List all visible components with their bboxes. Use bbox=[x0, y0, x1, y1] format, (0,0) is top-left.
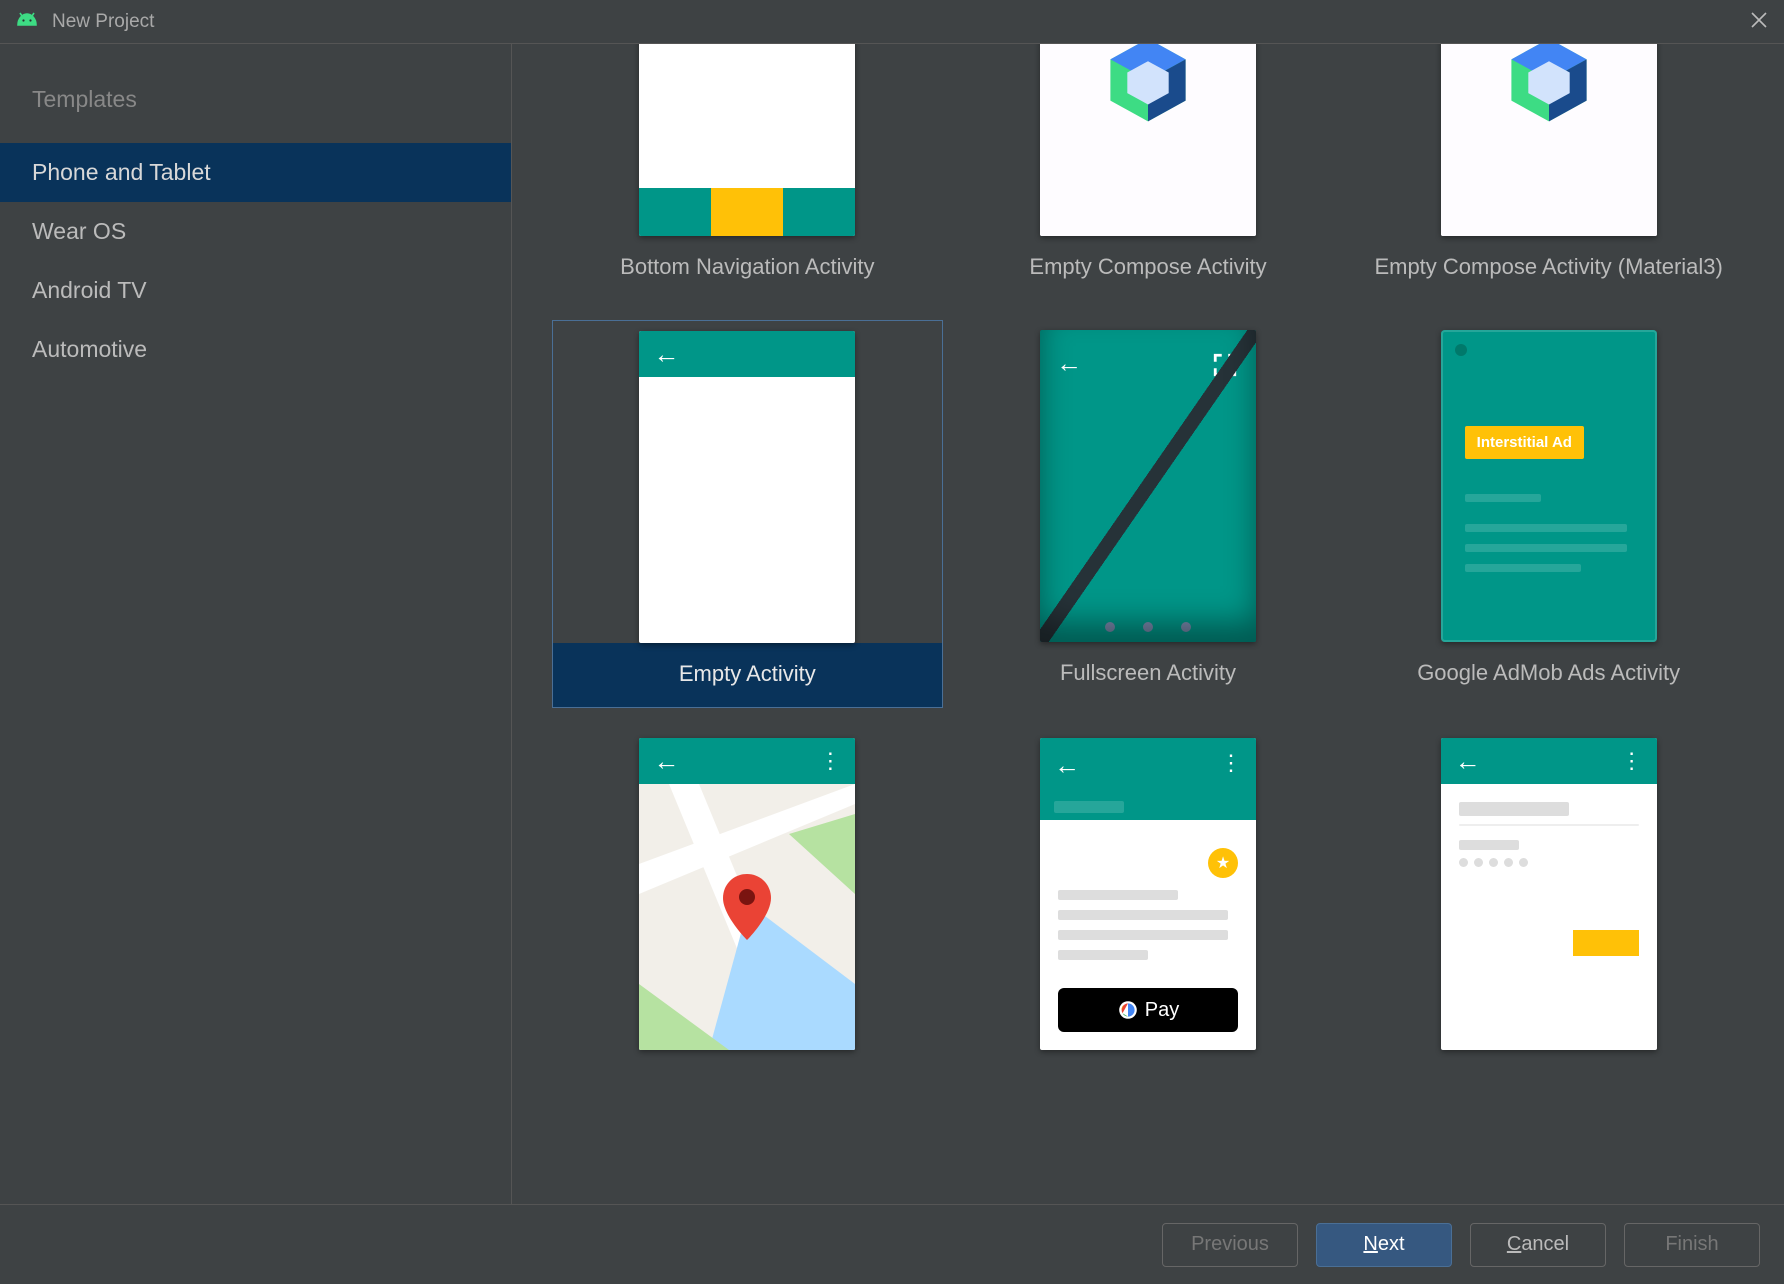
template-tile-empty-compose[interactable]: Empty Compose Activity bbox=[953, 44, 1344, 300]
compose-hex-icon bbox=[1502, 44, 1596, 127]
sidebar: Templates Phone and Tablet Wear OS Andro… bbox=[0, 44, 512, 1204]
sidebar-heading: Templates bbox=[0, 86, 511, 143]
sidebar-item-automotive[interactable]: Automotive bbox=[0, 320, 511, 379]
template-thumb: ←⋮ bbox=[1441, 738, 1657, 1050]
template-gallery: Bottom Navigation Activity Empty Compose… bbox=[512, 44, 1784, 1204]
template-tile-fullscreen[interactable]: ← Fullscreen Activity bbox=[953, 320, 1344, 708]
template-tile-bottom-navigation[interactable]: Bottom Navigation Activity bbox=[552, 44, 943, 300]
template-label: Bottom Navigation Activity bbox=[620, 236, 874, 300]
template-label: Empty Compose Activity (Material3) bbox=[1374, 236, 1722, 300]
template-thumb: ← bbox=[1040, 330, 1256, 642]
template-label: Empty Compose Activity bbox=[1029, 236, 1266, 300]
sidebar-item-wear-os[interactable]: Wear OS bbox=[0, 202, 511, 261]
camera-dot-icon bbox=[1455, 344, 1467, 356]
template-tile-primary-detail[interactable]: ←⋮ bbox=[1353, 728, 1744, 1088]
template-thumb bbox=[639, 44, 855, 236]
star-fab-icon: ★ bbox=[1208, 848, 1238, 878]
main-area: Templates Phone and Tablet Wear OS Andro… bbox=[0, 44, 1784, 1204]
titlebar: New Project bbox=[0, 0, 1784, 44]
android-icon bbox=[16, 12, 38, 31]
template-thumb bbox=[1441, 44, 1657, 236]
map-preview-icon bbox=[639, 784, 855, 1050]
cancel-button[interactable]: Cancel bbox=[1470, 1223, 1606, 1267]
overflow-menu-icon: ⋮ bbox=[1220, 750, 1242, 781]
back-arrow-icon: ← bbox=[653, 339, 679, 370]
template-label: Empty Activity bbox=[553, 643, 942, 707]
sidebar-item-android-tv[interactable]: Android TV bbox=[0, 261, 511, 320]
window-title: New Project bbox=[52, 11, 154, 33]
bottom-nav-bar-icon bbox=[639, 188, 855, 236]
next-button[interactable]: Next bbox=[1316, 1223, 1452, 1267]
template-label: Fullscreen Activity bbox=[1060, 642, 1236, 706]
template-label: Google AdMob Ads Activity bbox=[1417, 642, 1680, 706]
close-icon[interactable] bbox=[1750, 8, 1768, 36]
google-pay-button-icon: Pay bbox=[1058, 988, 1238, 1032]
sidebar-item-phone-and-tablet[interactable]: Phone and Tablet bbox=[0, 143, 511, 202]
back-arrow-icon: ← bbox=[1455, 746, 1481, 777]
template-tile-admob[interactable]: Interstitial Ad Google AdMob Ads Activit… bbox=[1353, 320, 1744, 708]
footer: Previous Next Cancel Finish bbox=[0, 1204, 1784, 1284]
pager-dots-icon bbox=[1040, 622, 1256, 632]
compose-hex-icon bbox=[1101, 44, 1195, 127]
overflow-menu-icon: ⋮ bbox=[819, 748, 841, 774]
template-thumb bbox=[1040, 44, 1256, 236]
overflow-menu-icon: ⋮ bbox=[1621, 748, 1643, 774]
back-arrow-icon: ← bbox=[1054, 750, 1080, 781]
template-thumb: ← ⋮ ★ Pay bbox=[1040, 738, 1256, 1050]
interstitial-ad-badge: Interstitial Ad bbox=[1465, 426, 1584, 459]
template-thumb: ← bbox=[639, 331, 855, 643]
template-tile-pay[interactable]: ← ⋮ ★ Pay bbox=[953, 728, 1344, 1088]
back-arrow-icon: ← bbox=[653, 746, 679, 777]
accent-button-icon bbox=[1573, 930, 1639, 956]
template-tile-empty-compose-m3[interactable]: Empty Compose Activity (Material3) bbox=[1353, 44, 1744, 300]
previous-button[interactable]: Previous bbox=[1162, 1223, 1298, 1267]
template-tile-empty-activity[interactable]: ← Empty Activity bbox=[552, 320, 943, 708]
template-thumb: ←⋮ bbox=[639, 738, 855, 1050]
template-thumb: Interstitial Ad bbox=[1441, 330, 1657, 642]
template-tile-maps[interactable]: ←⋮ bbox=[552, 728, 943, 1088]
finish-button[interactable]: Finish bbox=[1624, 1223, 1760, 1267]
